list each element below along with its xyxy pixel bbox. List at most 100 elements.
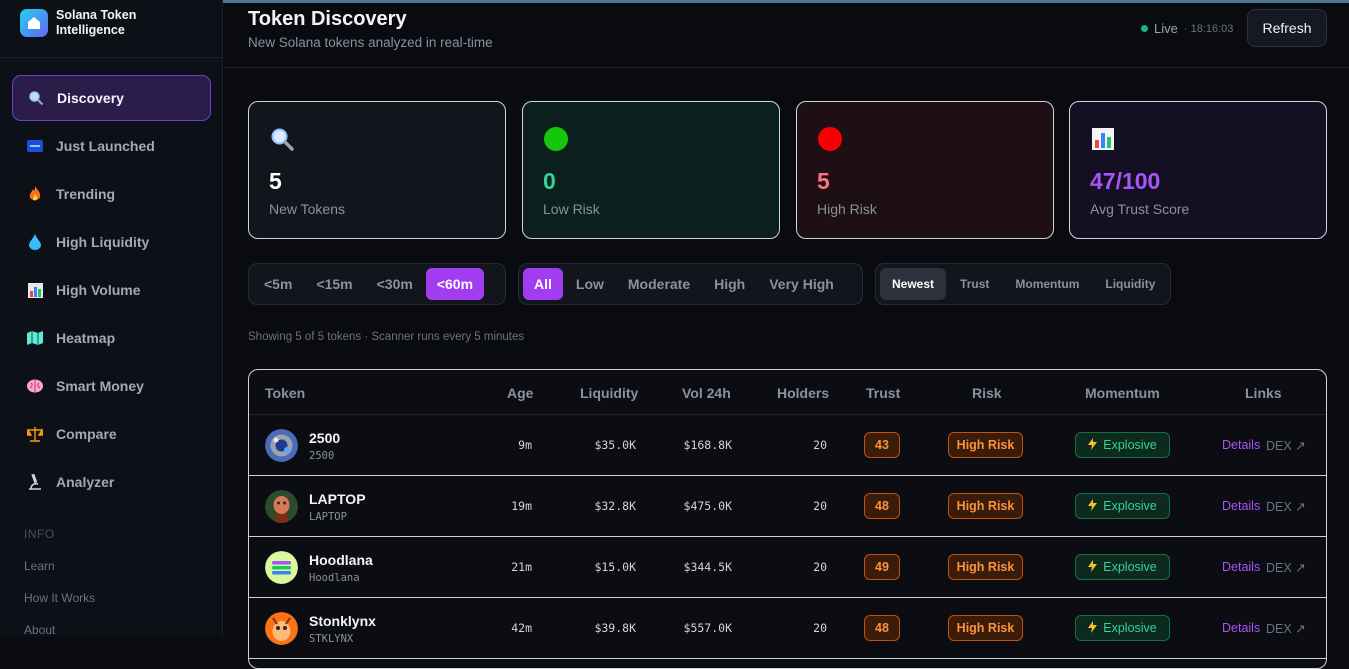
learn-link[interactable]: Learn <box>24 559 55 573</box>
momentum-badge: Explosive <box>1075 615 1170 641</box>
how-it-works-link[interactable]: How It Works <box>24 591 95 605</box>
risk-filter-all[interactable]: All <box>523 268 563 300</box>
lightning-icon <box>1088 437 1098 453</box>
age-filter-60m[interactable]: <60m <box>425 268 485 300</box>
risk-filter-low[interactable]: Low <box>565 268 615 300</box>
live-status: Live · 18:16:03 <box>1141 21 1233 36</box>
column-header-token[interactable]: Token <box>265 385 305 401</box>
sidebar-item-high-volume[interactable]: High Volume <box>12 267 211 313</box>
sort-liquidity[interactable]: Liquidity <box>1093 268 1167 300</box>
token-avatar <box>265 551 298 584</box>
page-subtitle: New Solana tokens analyzed in real-time <box>248 35 493 50</box>
sidebar-item-compare[interactable]: Compare <box>12 411 211 457</box>
sidebar-item-label: Analyzer <box>56 474 115 490</box>
token-symbol: STKLYNX <box>309 633 354 645</box>
token-holders: 20 <box>813 499 827 513</box>
table-row[interactable]: 2500 2500 9m $35.0K $168.8K 20 43 High R… <box>249 415 1326 476</box>
bar-chart-icon <box>26 281 44 299</box>
sort-newest[interactable]: Newest <box>880 268 947 300</box>
token-avatar <box>265 490 298 523</box>
column-header-liquidity[interactable]: Liquidity <box>580 385 638 401</box>
risk-filter-high[interactable]: High <box>703 268 756 300</box>
column-header-trust[interactable]: Trust <box>866 385 900 401</box>
column-header-risk[interactable]: Risk <box>972 385 1002 401</box>
refresh-button[interactable]: Refresh <box>1247 9 1327 47</box>
stat-value: 47/100 <box>1090 168 1161 194</box>
sidebar-item-label: Just Launched <box>56 138 155 154</box>
dex-link[interactable]: DEX ↗ <box>1266 499 1306 514</box>
table-row[interactable]: Stonklynx STKLYNX 42m $39.8K $557.0K 20 … <box>249 598 1326 659</box>
token-name: LAPTOP <box>309 491 366 507</box>
brain-icon <box>26 377 44 395</box>
age-filter-15m[interactable]: <15m <box>305 268 363 300</box>
token-holders: 20 <box>813 438 827 452</box>
risk-filter-moderate[interactable]: Moderate <box>617 268 701 300</box>
column-header-momentum[interactable]: Momentum <box>1085 385 1160 401</box>
map-icon <box>26 329 44 347</box>
token-age: 42m <box>511 621 532 635</box>
sidebar-item-analyzer[interactable]: Analyzer <box>12 459 211 505</box>
details-link[interactable]: Details <box>1222 560 1260 574</box>
risk-filter-very-high[interactable]: Very High <box>758 268 845 300</box>
sidebar-item-discovery[interactable]: Discovery <box>12 75 211 121</box>
droplet-icon <box>26 233 44 251</box>
token-holders: 20 <box>813 621 827 635</box>
token-symbol: 2500 <box>309 450 335 462</box>
details-link[interactable]: Details <box>1222 499 1260 513</box>
token-name: Stonklynx <box>309 613 376 629</box>
stat-label: High Risk <box>817 201 877 217</box>
dex-link[interactable]: DEX ↗ <box>1266 621 1306 636</box>
sidebar-item-label: High Volume <box>56 282 141 298</box>
trust-badge: 49 <box>864 554 900 580</box>
table-row[interactable]: LAPTOP LAPTOP 19m $32.8K $475.0K 20 48 H… <box>249 476 1326 537</box>
risk-badge: High Risk <box>948 432 1023 458</box>
trust-badge: 48 <box>864 493 900 519</box>
token-symbol: Hoodlana <box>309 572 360 584</box>
results-summary: Showing 5 of 5 tokens · Scanner runs eve… <box>248 331 525 343</box>
token-age: 9m <box>518 438 532 452</box>
sort-momentum[interactable]: Momentum <box>1003 268 1091 300</box>
stat-card-new-tokens: 5 New Tokens <box>248 101 506 239</box>
age-filter-5m[interactable]: <5m <box>253 268 303 300</box>
token-volume: $475.0K <box>683 499 732 513</box>
column-header-volume[interactable]: Vol 24h <box>682 385 731 401</box>
lightning-icon <box>1088 559 1098 575</box>
sort-trust[interactable]: Trust <box>948 268 1001 300</box>
details-link[interactable]: Details <box>1222 438 1260 452</box>
sidebar-item-heatmap[interactable]: Heatmap <box>12 315 211 361</box>
dex-link[interactable]: DEX ↗ <box>1266 438 1306 453</box>
column-header-age[interactable]: Age <box>507 385 533 401</box>
scales-icon <box>26 425 44 443</box>
divider <box>0 57 223 58</box>
dex-link[interactable]: DEX ↗ <box>1266 560 1306 575</box>
sidebar-item-label: Discovery <box>57 90 124 106</box>
stat-card-high-risk: 5 High Risk <box>796 101 1054 239</box>
home-icon <box>20 9 48 37</box>
trust-badge: 48 <box>864 615 900 641</box>
momentum-label: Explosive <box>1103 499 1157 513</box>
stat-value: 5 <box>817 168 830 194</box>
column-header-holders[interactable]: Holders <box>777 385 829 401</box>
sort-filter-group: Newest Trust Momentum Liquidity <box>875 263 1171 305</box>
token-age: 21m <box>511 560 532 574</box>
page-header: Token Discovery New Solana tokens analyz… <box>224 0 1349 68</box>
sidebar-item-trending[interactable]: Trending <box>12 171 211 217</box>
page-title: Token Discovery <box>248 8 407 30</box>
about-link[interactable]: About <box>24 623 55 637</box>
age-filter-30m[interactable]: <30m <box>366 268 424 300</box>
sidebar-item-just-launched[interactable]: Just Launched <box>12 123 211 169</box>
momentum-label: Explosive <box>1103 438 1157 452</box>
column-header-links: Links <box>1245 385 1282 401</box>
sidebar-item-smart-money[interactable]: Smart Money <box>12 363 211 409</box>
stat-value: 5 <box>269 168 282 194</box>
lightning-icon <box>1088 620 1098 636</box>
table-row[interactable]: Hoodlana Hoodlana 21m $15.0K $344.5K 20 … <box>249 537 1326 598</box>
stat-label: New Tokens <box>269 201 346 217</box>
token-name: 2500 <box>309 430 341 446</box>
token-table: Token Age Liquidity Vol 24h Holders Trus… <box>248 369 1327 669</box>
age-filter-group: <5m <15m <30m <60m <box>248 263 506 305</box>
sidebar-item-high-liquidity[interactable]: High Liquidity <box>12 219 211 265</box>
brand[interactable]: Solana Token Intelligence <box>20 8 176 38</box>
details-link[interactable]: Details <box>1222 621 1260 635</box>
search-icon <box>269 126 295 152</box>
